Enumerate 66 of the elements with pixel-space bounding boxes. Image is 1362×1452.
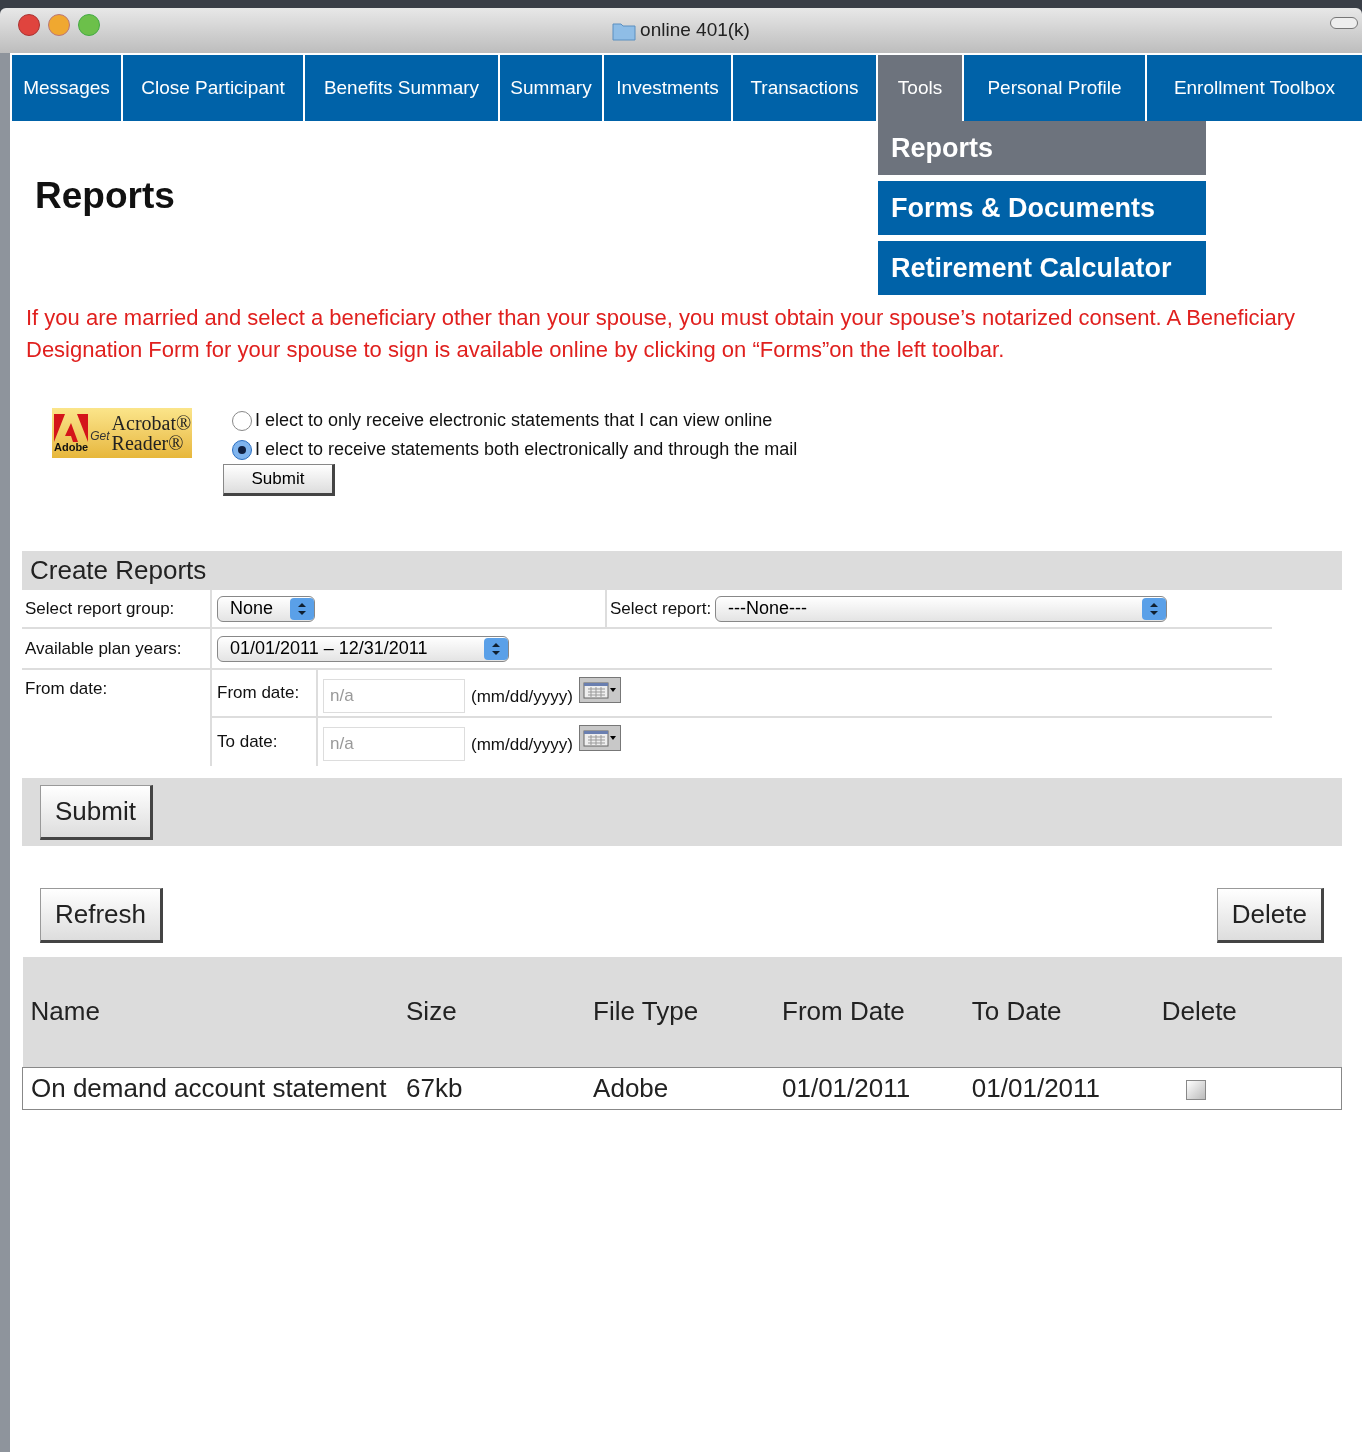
column-header: From Date (774, 957, 964, 1067)
nav-tab[interactable]: Transactions (733, 55, 876, 121)
page-heading: Reports (35, 177, 175, 214)
radio-button[interactable] (232, 410, 252, 431)
nav-tab[interactable]: Investments (604, 55, 731, 121)
section-header: Create Reports (22, 551, 1342, 590)
calendar-icon (583, 681, 617, 699)
stepper-icon (1142, 597, 1167, 620)
get-label: Get (90, 428, 110, 445)
toolbar-toggle-icon[interactable] (1330, 17, 1358, 29)
nav-tab[interactable]: Personal Profile (964, 55, 1145, 121)
date-field[interactable]: n/a (323, 679, 465, 713)
table-cell: Adobe (585, 1067, 774, 1109)
field-label: To date: (212, 718, 318, 766)
nav-tab[interactable]: Summary (500, 55, 602, 121)
column-header: Delete (1153, 957, 1342, 1067)
checkbox[interactable] (1185, 1079, 1206, 1100)
zoom-window-icon[interactable] (78, 14, 100, 36)
close-window-icon[interactable] (18, 14, 40, 36)
calendar-button[interactable] (579, 677, 621, 703)
report-group-select[interactable]: None (217, 595, 315, 622)
field-label: Select report: (609, 597, 712, 620)
column-header: File Type (585, 957, 774, 1067)
field-label: Select report group: (22, 590, 212, 627)
radio-option[interactable]: I elect to only receive electronic statements that I can view online (232, 406, 798, 435)
field-label: From date: (22, 670, 212, 766)
plan-years-select[interactable]: 01/01/2011 – 12/31/2011 (217, 635, 509, 662)
refresh-button[interactable]: Refresh (40, 888, 164, 943)
nav-tab[interactable]: Benefits Summary (305, 55, 498, 121)
radio-button[interactable] (232, 439, 252, 460)
adobe-logo-icon (54, 413, 89, 442)
nav-tab[interactable]: Messages (12, 55, 121, 121)
date-field[interactable]: n/a (323, 727, 465, 761)
date-format-hint: (mm/dd/yyyy) (471, 734, 573, 756)
table-cell: 01/01/2011 (963, 1067, 1154, 1109)
submit-button[interactable]: Submit (40, 784, 153, 840)
submit-button[interactable]: Submit (223, 464, 335, 496)
acrobat-label: Acrobat® (111, 413, 192, 433)
notice-text: If you are married and select a beneficiary other than your spouse, you must obtain your spouse’s notarized consent. A Beneficiary Designation Form for your spouse to sign is available online by clicking on “Forms”on the left toolbar. (26, 304, 1296, 364)
column-header: To Date (963, 957, 1154, 1067)
date-format-hint: (mm/dd/yyyy) (471, 686, 573, 708)
menu-item[interactable]: Retirement Calculator (878, 241, 1206, 295)
field-label: From date: (212, 670, 318, 716)
calendar-icon (583, 729, 617, 747)
calendar-button[interactable] (579, 725, 621, 751)
table-cell: On demand account statement (22, 1067, 399, 1109)
table-cell: 01/01/2011 (774, 1067, 964, 1109)
minimize-window-icon[interactable] (48, 14, 70, 36)
reader-label: Reader® (111, 433, 185, 453)
nav-tab[interactable]: Close Participant (123, 55, 303, 121)
table-cell: 67kb (398, 1067, 586, 1109)
menu-item[interactable]: Forms & Documents (878, 181, 1206, 235)
window-title: online 401(k) (640, 18, 750, 43)
column-header: Name (22, 957, 399, 1067)
folder-icon (612, 20, 637, 41)
delete-button[interactable]: Delete (1216, 888, 1324, 943)
stepper-icon (484, 637, 508, 660)
column-header: Size (398, 957, 586, 1067)
radio-option[interactable]: I elect to receive statements both electronically and through the mail (232, 435, 798, 464)
menu-item[interactable]: Reports (878, 121, 1206, 175)
nav-tab[interactable]: Enrollment Toolbox (1147, 55, 1362, 121)
nav-tab[interactable]: Tools (878, 55, 962, 121)
stepper-icon (290, 597, 314, 620)
report-select[interactable]: ---None--- (715, 595, 1168, 622)
adobe-label: Adobe (54, 441, 89, 453)
field-label: Available plan years: (22, 629, 212, 668)
